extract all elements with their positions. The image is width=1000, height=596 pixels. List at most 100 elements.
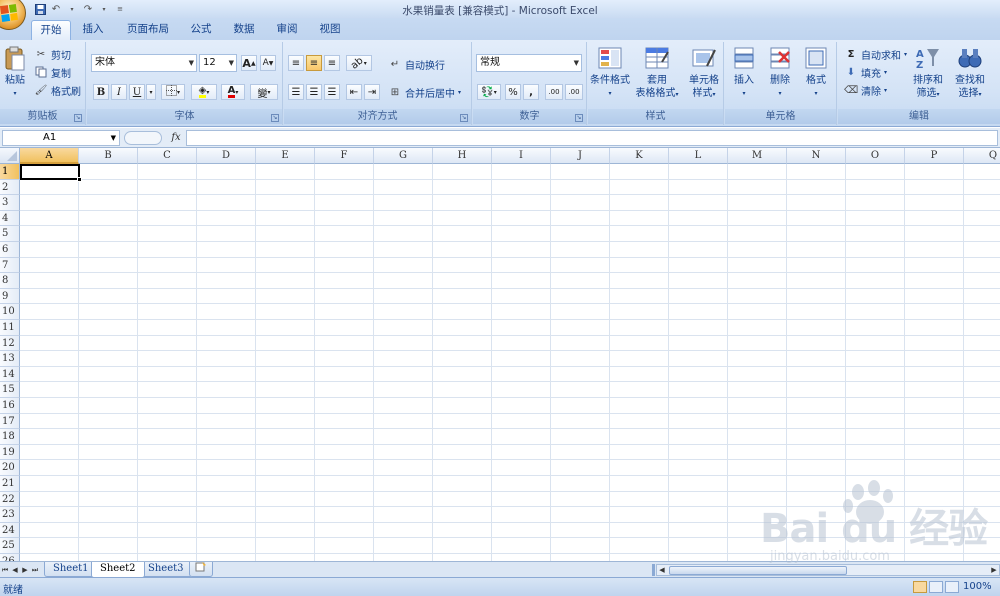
sort-filter-button[interactable]: AZ 排序和 筛选▾ [908, 46, 948, 101]
increase-decimal-button[interactable]: .00 [545, 84, 563, 100]
format-as-table-button[interactable]: 套用 表格格式▾ [632, 46, 682, 101]
decrease-decimal-button[interactable]: .00 [565, 84, 583, 100]
row-header-13[interactable]: 13 [0, 351, 20, 367]
row-header-11[interactable]: 11 [0, 320, 20, 336]
row-header-24[interactable]: 24 [0, 522, 20, 539]
scroll-right-icon[interactable]: ▶ [989, 565, 999, 575]
normal-view-icon[interactable] [913, 581, 927, 593]
row-header-26[interactable]: 26 [0, 554, 20, 561]
align-right-button[interactable]: ☰ [324, 84, 340, 100]
number-format-combo[interactable]: 常规 ▼ [476, 54, 582, 72]
shrink-font-button[interactable]: A ▼ [260, 55, 276, 71]
row-header-25[interactable]: 25 [0, 538, 20, 554]
find-select-button[interactable]: 查找和 选择▾ [948, 46, 992, 101]
align-middle-button[interactable]: ≡ [306, 55, 322, 71]
column-header-o[interactable]: O [846, 148, 905, 164]
row-header-15[interactable]: 15 [0, 382, 20, 398]
row-header-12[interactable]: 12 [0, 335, 20, 352]
align-bottom-button[interactable]: ≡ [324, 55, 340, 71]
tab-home[interactable]: 开始 [31, 20, 71, 40]
column-header-a[interactable]: A [20, 148, 79, 164]
column-header-k[interactable]: K [610, 148, 669, 164]
row-header-20[interactable]: 20 [0, 460, 20, 476]
column-header-h[interactable]: H [433, 148, 492, 164]
row-header-8[interactable]: 8 [0, 273, 20, 289]
column-header-f[interactable]: F [315, 148, 374, 164]
column-header-i[interactable]: I [492, 148, 551, 164]
worksheet-grid[interactable]: ABCDEFGHIJKLMNOPQ 1 2 3 4 5 6 7 8 9 10 11 12 13 14 15 1… [0, 148, 1000, 561]
row-header-23[interactable]: 23 [0, 507, 20, 523]
page-layout-view-icon[interactable] [929, 581, 943, 593]
dialog-launcher-icon[interactable]: ↘ [271, 114, 279, 122]
column-header-p[interactable]: P [905, 148, 964, 164]
row-header-17[interactable]: 17 [0, 413, 20, 430]
chevron-down-icon[interactable]: ▾ [146, 84, 156, 100]
last-sheet-icon[interactable]: ⏭ [31, 565, 39, 575]
format-painter-button[interactable]: 🖌 格式刷 [34, 82, 81, 98]
grow-font-button[interactable]: A ▲ [241, 55, 257, 71]
column-header-n[interactable]: N [787, 148, 846, 164]
row-header-18[interactable]: 18 [0, 429, 20, 445]
italic-button[interactable]: I [111, 84, 127, 100]
merge-center-button[interactable]: ⊞ 合并后居中 ▾ [388, 84, 461, 100]
horizontal-scrollbar[interactable]: ◀ ▶ [656, 564, 1000, 576]
align-left-button[interactable]: ☰ [288, 84, 304, 100]
row-header-10[interactable]: 10 [0, 304, 20, 320]
underline-button[interactable]: U [129, 84, 145, 100]
column-header-m[interactable]: M [728, 148, 787, 164]
dialog-launcher-icon[interactable]: ↘ [74, 114, 82, 122]
first-sheet-icon[interactable]: ⏮ [1, 565, 9, 575]
fill-color-button[interactable]: ◈ ▾ [191, 84, 217, 100]
active-cell-a1[interactable] [20, 164, 82, 182]
sheet-tab-sheet3[interactable]: Sheet3 [139, 562, 193, 577]
column-header-d[interactable]: D [197, 148, 256, 164]
tab-view[interactable]: 视图 [313, 20, 347, 40]
tab-split-handle[interactable] [652, 564, 655, 576]
row-header-4[interactable]: 4 [0, 210, 20, 227]
cut-button[interactable]: ✂ 剪切 [34, 46, 71, 62]
tab-data[interactable]: 数据 [227, 20, 261, 40]
row-header-6[interactable]: 6 [0, 242, 20, 258]
sheet-tab-sheet1[interactable]: Sheet1 [44, 562, 98, 577]
insert-function-button[interactable]: fx [166, 130, 186, 146]
name-box[interactable]: A1 ▼ [2, 130, 120, 146]
prev-sheet-icon[interactable]: ◀ [11, 565, 19, 575]
row-header-1[interactable]: 1 [0, 164, 20, 180]
percent-button[interactable]: % [505, 84, 521, 100]
align-top-button[interactable]: ≡ [288, 55, 304, 71]
tab-page-layout[interactable]: 页面布局 [122, 20, 174, 40]
sheet-tab-sheet2[interactable]: Sheet2 [91, 562, 145, 578]
row-header-5[interactable]: 5 [0, 226, 20, 242]
row-header-7[interactable]: 7 [0, 257, 20, 274]
insert-sheet-button[interactable] [189, 562, 213, 577]
dialog-launcher-icon[interactable]: ↘ [460, 114, 468, 122]
row-header-21[interactable]: 21 [0, 476, 20, 492]
next-sheet-icon[interactable]: ▶ [21, 565, 29, 575]
increase-indent-button[interactable]: ⇥ [364, 84, 380, 100]
row-header-19[interactable]: 19 [0, 444, 20, 461]
column-header-c[interactable]: C [138, 148, 197, 164]
clear-button[interactable]: ⌫ 清除 ▾ [844, 82, 887, 98]
accounting-format-button[interactable]: 💱 ▾ [477, 84, 501, 100]
row-header-16[interactable]: 16 [0, 398, 20, 414]
fill-handle[interactable] [77, 177, 82, 182]
row-header-14[interactable]: 14 [0, 366, 20, 383]
align-center-button[interactable]: ☰ [306, 84, 322, 100]
scroll-left-icon[interactable]: ◀ [657, 565, 667, 575]
select-all-button[interactable] [0, 148, 20, 164]
dialog-launcher-icon[interactable]: ↘ [575, 114, 583, 122]
tab-formulas[interactable]: 公式 [184, 20, 218, 40]
copy-button[interactable]: 复制 [34, 64, 71, 80]
font-name-combo[interactable]: 宋体 ▼ [91, 54, 197, 72]
delete-cells-button[interactable]: 删除 ▾ [761, 46, 799, 100]
phonetic-button[interactable]: 變 ▾ [250, 84, 278, 100]
scroll-thumb[interactable] [669, 566, 847, 575]
tab-insert[interactable]: 插入 [76, 20, 110, 40]
row-header-22[interactable]: 22 [0, 491, 20, 508]
tab-review[interactable]: 审阅 [270, 20, 304, 40]
paste-button[interactable]: 粘贴 ▾ [0, 46, 30, 100]
column-header-j[interactable]: J [551, 148, 610, 164]
cell-styles-button[interactable]: 单元格 样式▾ [682, 46, 726, 101]
decrease-indent-button[interactable]: ⇤ [346, 84, 362, 100]
orientation-button[interactable]: ab ▾ [346, 55, 372, 71]
